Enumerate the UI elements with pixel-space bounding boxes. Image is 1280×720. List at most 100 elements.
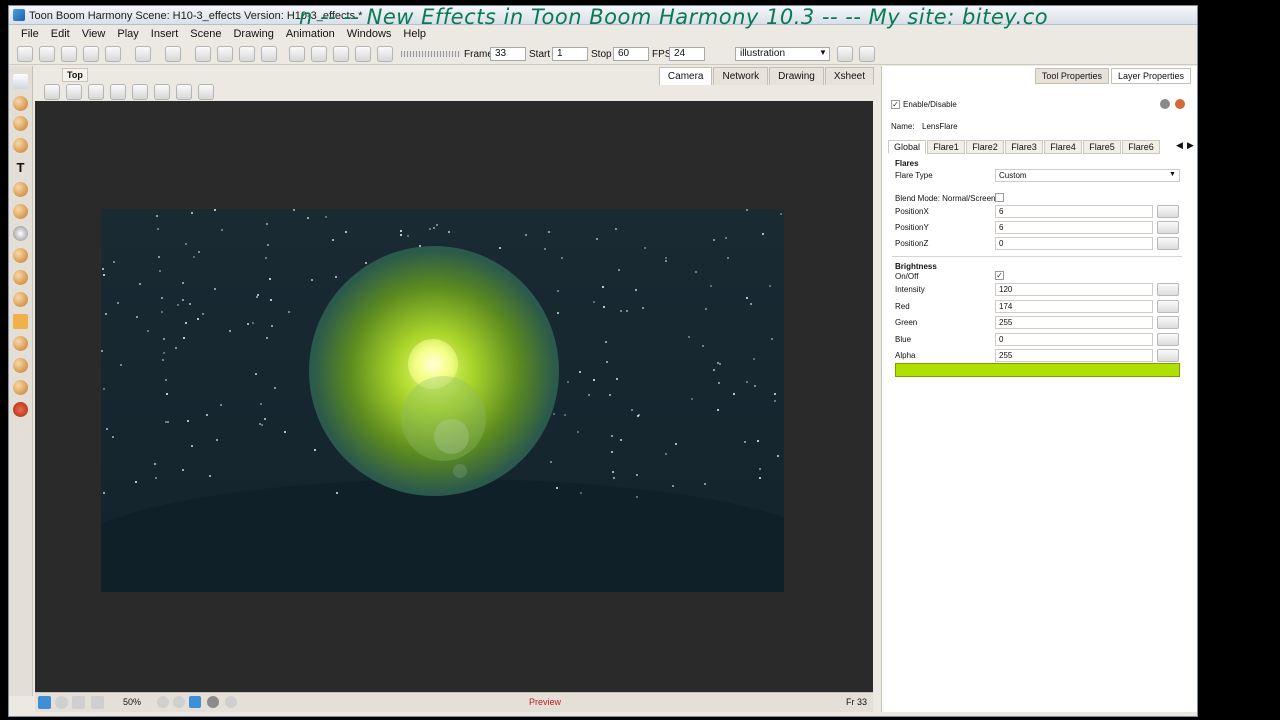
tab-flare3[interactable]: Flare3 xyxy=(1005,140,1043,154)
tab-global[interactable]: Global xyxy=(888,140,926,154)
pencil-view-icon[interactable] xyxy=(198,84,214,100)
green-function-button[interactable] xyxy=(1157,316,1179,329)
save-as-icon[interactable] xyxy=(83,46,99,62)
frame-input[interactable]: 33 xyxy=(490,47,526,61)
menu-play[interactable]: Play xyxy=(111,28,144,40)
matte-icon[interactable] xyxy=(72,696,85,709)
green-field[interactable]: 255 xyxy=(995,316,1153,329)
reset-zoom-icon[interactable] xyxy=(157,696,169,708)
camera-icon[interactable] xyxy=(261,46,277,62)
undo-icon[interactable] xyxy=(135,46,151,62)
position-y-function-button[interactable] xyxy=(1157,221,1179,234)
fps-input[interactable]: 24 xyxy=(669,47,705,61)
sound-icon[interactable] xyxy=(355,46,371,62)
menu-windows[interactable]: Windows xyxy=(341,28,398,40)
text-tool-icon[interactable]: T xyxy=(13,160,28,175)
enable-checkbox[interactable]: ✓ xyxy=(891,100,900,109)
new-scene-icon[interactable] xyxy=(17,46,33,62)
play-selection-icon[interactable] xyxy=(311,46,327,62)
zoom-readout[interactable]: 50% xyxy=(123,697,141,707)
start-input[interactable]: 1 xyxy=(552,47,588,61)
frame-slider[interactable] xyxy=(401,51,461,57)
tab-flare5[interactable]: Flare5 xyxy=(1083,140,1121,154)
morph-tool-icon[interactable] xyxy=(13,402,28,417)
ellipse-tool-icon[interactable] xyxy=(13,226,28,241)
paint-tool-icon[interactable] xyxy=(13,270,28,285)
safe-area-icon[interactable] xyxy=(88,84,104,100)
alpha-function-button[interactable] xyxy=(1157,349,1179,362)
save-icon[interactable] xyxy=(61,46,77,62)
hand-tool-icon[interactable] xyxy=(13,358,28,373)
brightness-onoff-checkbox[interactable]: ✓ xyxy=(995,271,1004,280)
menu-help[interactable]: Help xyxy=(397,28,432,40)
flare-type-select[interactable]: Custom xyxy=(995,169,1180,182)
stop-input[interactable]: 60 xyxy=(613,47,649,61)
safe-frame-icon[interactable] xyxy=(91,696,104,709)
lock-icon[interactable] xyxy=(1160,99,1170,109)
color-icon[interactable] xyxy=(1175,99,1185,109)
mute-icon[interactable] xyxy=(377,46,393,62)
position-x-field[interactable]: 6 xyxy=(995,205,1153,218)
tab-tool-properties[interactable]: Tool Properties xyxy=(1034,68,1109,84)
preferences-icon[interactable] xyxy=(859,46,875,62)
position-z-field[interactable]: 0 xyxy=(995,237,1153,250)
tab-layer-properties[interactable]: Layer Properties xyxy=(1110,68,1191,84)
menu-insert[interactable]: Insert xyxy=(145,28,185,40)
intensity-function-button[interactable] xyxy=(1157,283,1179,296)
blue-field[interactable]: 0 xyxy=(995,333,1153,346)
menu-edit[interactable]: Edit xyxy=(45,28,76,40)
menu-drawing[interactable]: Drawing xyxy=(227,28,279,40)
loop-icon[interactable] xyxy=(333,46,349,62)
brush-tool-icon[interactable] xyxy=(13,116,28,131)
redo-icon[interactable] xyxy=(165,46,181,62)
alpha-field[interactable]: 255 xyxy=(995,349,1153,362)
render-preview-icon[interactable] xyxy=(55,696,68,709)
line-tool-icon[interactable] xyxy=(13,248,28,263)
layer-name-field[interactable]: LensFlare xyxy=(922,122,958,131)
pencil-tool-icon[interactable] xyxy=(13,138,28,153)
dropper-tool-icon[interactable] xyxy=(13,292,28,307)
red-function-button[interactable] xyxy=(1157,300,1179,313)
cutter-tool-icon[interactable] xyxy=(13,204,28,219)
blue-function-button[interactable] xyxy=(1157,333,1179,346)
play-icon[interactable] xyxy=(289,46,305,62)
menu-view[interactable]: View xyxy=(76,28,112,40)
transform-tool-icon[interactable] xyxy=(13,314,28,329)
transform-icon[interactable] xyxy=(195,46,211,62)
import-icon[interactable] xyxy=(105,46,121,62)
camera-view-icon[interactable] xyxy=(38,696,51,709)
tab-scroll-left-icon[interactable]: ◀ xyxy=(1176,140,1183,151)
tab-flare1[interactable]: Flare1 xyxy=(927,140,965,154)
tab-flare4[interactable]: Flare4 xyxy=(1044,140,1082,154)
camera-viewport[interactable] xyxy=(35,101,873,692)
position-x-function-button[interactable] xyxy=(1157,205,1179,218)
menu-file[interactable]: File xyxy=(15,28,45,40)
workspace-icon[interactable] xyxy=(837,46,853,62)
blend-mode-checkbox[interactable] xyxy=(995,193,1004,202)
color-swatch[interactable] xyxy=(895,363,1180,377)
render-mode-icon[interactable] xyxy=(207,696,219,708)
preview-mode-icon[interactable] xyxy=(189,696,201,708)
select-tool-icon[interactable] xyxy=(13,74,28,89)
render-icon[interactable] xyxy=(239,46,255,62)
zoom-tool-icon[interactable] xyxy=(13,336,28,351)
position-z-function-button[interactable] xyxy=(1157,237,1179,250)
position-y-field[interactable]: 6 xyxy=(995,221,1153,234)
menu-animation[interactable]: Animation xyxy=(280,28,341,40)
field-guide-icon[interactable] xyxy=(66,84,82,100)
intensity-field[interactable]: 120 xyxy=(995,283,1153,296)
red-field[interactable]: 174 xyxy=(995,300,1153,313)
onion-skin-icon[interactable] xyxy=(110,84,126,100)
tab-flare2[interactable]: Flare2 xyxy=(966,140,1004,154)
light-mode-icon[interactable] xyxy=(225,696,237,708)
contour-editor-icon[interactable] xyxy=(13,96,28,111)
tab-scroll-right-icon[interactable]: ▶ xyxy=(1187,140,1194,151)
menu-scene[interactable]: Scene xyxy=(184,28,227,40)
tab-flare6[interactable]: Flare6 xyxy=(1122,140,1160,154)
rotate-view-icon[interactable] xyxy=(13,380,28,395)
reset-rotation-icon[interactable] xyxy=(173,696,185,708)
camera-mask-icon[interactable] xyxy=(154,84,170,100)
rotate-icon[interactable] xyxy=(217,46,233,62)
light-table-icon[interactable] xyxy=(132,84,148,100)
mode-select[interactable]: illustration xyxy=(735,47,830,61)
